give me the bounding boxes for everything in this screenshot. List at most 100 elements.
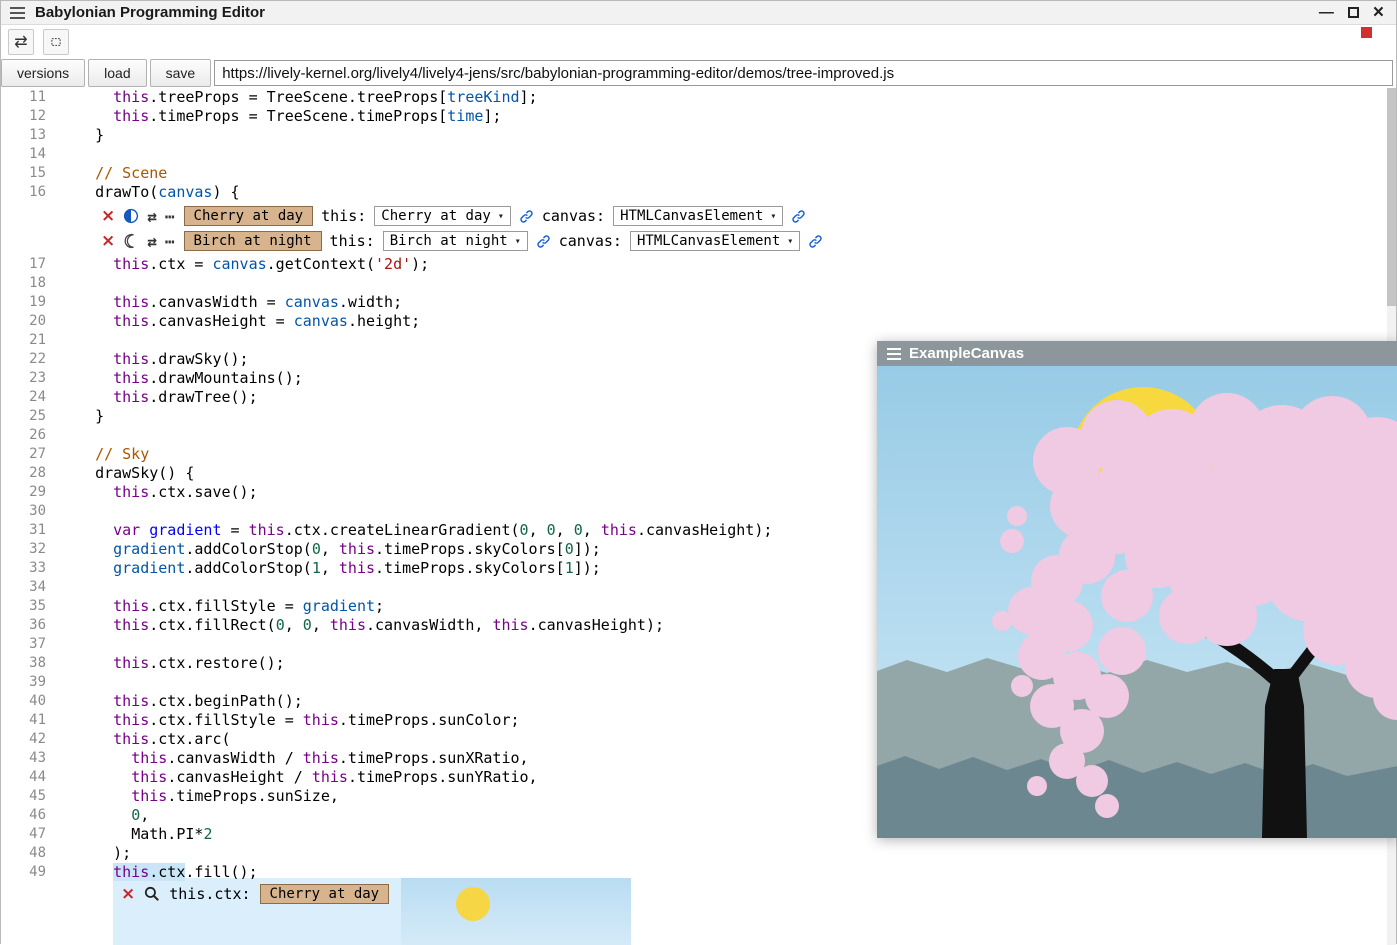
preview-sky — [401, 878, 631, 945]
code-line[interactable]: 19 this.canvasWidth = canvas.width; — [1, 293, 1396, 312]
close-icon[interactable]: × — [101, 233, 115, 250]
canvas-label: canvas: — [542, 207, 605, 225]
magnifier-icon[interactable] — [144, 886, 160, 902]
babylonian-editor-window: Babylonian Programming Editor — × ⇄ vers… — [0, 0, 1397, 944]
code-text: // Scene — [77, 164, 167, 183]
example-canvas-titlebar[interactable]: ExampleCanvas — [877, 341, 1397, 366]
code-text: 0, — [77, 806, 149, 825]
swap-arrows-button[interactable]: ⇄ — [8, 29, 34, 55]
night-toggle-icon[interactable] — [123, 233, 139, 249]
more-icon[interactable]: ⋯ — [165, 232, 176, 251]
code-line[interactable]: 12 this.timeProps = TreeScene.timeProps[… — [1, 107, 1396, 126]
close-icon[interactable]: × — [101, 208, 115, 225]
this-value: Cherry at day — [381, 208, 491, 224]
link-icon[interactable] — [536, 234, 551, 249]
canvas-value: HTMLCanvasElement — [620, 208, 763, 224]
link-icon[interactable] — [808, 234, 823, 249]
url-input[interactable] — [214, 60, 1393, 86]
line-number: 26 — [1, 426, 46, 445]
line-number: 45 — [1, 787, 46, 806]
menu-icon[interactable] — [10, 7, 25, 19]
line-number: 27 — [1, 445, 46, 464]
versions-button[interactable]: versions — [1, 59, 85, 87]
code-text: this.canvasWidth / this.timeProps.sunXRa… — [77, 749, 529, 768]
line-number: 16 — [1, 183, 46, 202]
line-number: 24 — [1, 388, 46, 407]
menu-icon[interactable] — [887, 348, 901, 360]
code-text: this.canvasHeight / this.timeProps.sunYR… — [77, 768, 538, 787]
line-number: 38 — [1, 654, 46, 673]
probe-row: × ⇄ ⋯ Cherry at day this: Cherry at day … — [101, 205, 1396, 227]
line-number: 19 — [1, 293, 46, 312]
preview-sun — [456, 887, 490, 921]
this-value-select[interactable]: Cherry at day ▾ — [374, 206, 511, 226]
minimize-icon[interactable]: — — [1319, 5, 1334, 20]
line-number: 40 — [1, 692, 46, 711]
more-icon[interactable]: ⋯ — [165, 207, 176, 226]
line-number: 13 — [1, 126, 46, 145]
this-value-select[interactable]: Birch at night ▾ — [383, 231, 528, 251]
swap-icon[interactable]: ⇄ — [147, 207, 157, 226]
scrollbar-thumb[interactable] — [1387, 88, 1396, 306]
code-text: this.canvasWidth = canvas.width; — [77, 293, 402, 312]
chevron-down-icon: ▾ — [515, 236, 521, 247]
close-icon[interactable]: × — [1373, 3, 1384, 22]
code-lines-top: 11 this.treeProps = TreeScene.treeProps[… — [1, 88, 1396, 202]
canvas-value: HTMLCanvasElement — [637, 233, 780, 249]
load-button[interactable]: load — [88, 59, 146, 87]
code-line[interactable]: 20 this.canvasHeight = canvas.height; — [1, 312, 1396, 331]
code-text: this.ctx.fillRect(0, 0, this.canvasWidth… — [77, 616, 664, 635]
example-canvas-title: ExampleCanvas — [909, 345, 1024, 362]
code-line[interactable]: 17 this.ctx = canvas.getContext('2d'); — [1, 255, 1396, 274]
code-text: gradient.addColorStop(0, this.timeProps.… — [77, 540, 601, 559]
code-line[interactable]: 14 — [1, 145, 1396, 164]
code-text: this.timeProps = TreeScene.timeProps[tim… — [77, 107, 501, 126]
line-number: 39 — [1, 673, 46, 692]
link-icon[interactable] — [519, 209, 534, 224]
inline-probe-panel: × this.ctx: Cherry at day — [113, 878, 631, 945]
code-line[interactable]: 48 ); — [1, 844, 1396, 863]
line-number: 12 — [1, 107, 46, 126]
line-number: 25 — [1, 407, 46, 426]
code-line[interactable]: 13 } — [1, 126, 1396, 145]
line-number: 46 — [1, 806, 46, 825]
save-button[interactable]: save — [150, 59, 212, 87]
example-canvas-window[interactable]: ExampleCanvas — [877, 341, 1397, 838]
code-line[interactable]: 18 — [1, 274, 1396, 293]
canvas-value-select[interactable]: HTMLCanvasElement ▾ — [630, 231, 800, 251]
code-line[interactable]: 15 // Scene — [1, 164, 1396, 183]
line-number: 21 — [1, 331, 46, 350]
code-text: this.ctx = canvas.getContext('2d'); — [77, 255, 429, 274]
swap-icon[interactable]: ⇄ — [147, 232, 157, 251]
example-name-button[interactable]: Birch at night — [184, 231, 322, 251]
code-text: this.ctx.beginPath(); — [77, 692, 303, 711]
link-icon[interactable] — [791, 209, 806, 224]
chevron-down-icon: ▾ — [770, 211, 776, 222]
line-number: 48 — [1, 844, 46, 863]
code-text: ); — [77, 844, 131, 863]
code-line[interactable]: 16 drawTo(canvas) { — [1, 183, 1396, 202]
line-number: 22 — [1, 350, 46, 369]
marquee-button[interactable] — [43, 29, 69, 55]
line-number: 17 — [1, 255, 46, 274]
window-controls: — × — [1319, 3, 1396, 22]
code-text: this.canvasHeight = canvas.height; — [77, 312, 420, 331]
code-text: } — [77, 126, 104, 145]
code-line[interactable]: 11 this.treeProps = TreeScene.treeProps[… — [1, 88, 1396, 107]
line-number: 23 — [1, 369, 46, 388]
canvas-label: canvas: — [559, 232, 622, 250]
code-text: drawSky() { — [77, 464, 194, 483]
code-text: this.drawSky(); — [77, 350, 249, 369]
line-number: 37 — [1, 635, 46, 654]
code-text: this.treeProps = TreeScene.treeProps[tre… — [77, 88, 538, 107]
code-text: this.ctx.fillStyle = this.timeProps.sunC… — [77, 711, 520, 730]
maximize-icon[interactable] — [1348, 7, 1359, 18]
close-icon[interactable]: × — [121, 886, 135, 903]
example-name-button[interactable]: Cherry at day — [260, 884, 390, 904]
line-number: 43 — [1, 749, 46, 768]
code-text: var gradient = this.ctx.createLinearGrad… — [77, 521, 772, 540]
canvas-value-select[interactable]: HTMLCanvasElement ▾ — [613, 206, 783, 226]
example-name-button[interactable]: Cherry at day — [184, 206, 314, 226]
line-number: 49 — [1, 863, 46, 882]
day-toggle-icon[interactable] — [123, 208, 139, 224]
